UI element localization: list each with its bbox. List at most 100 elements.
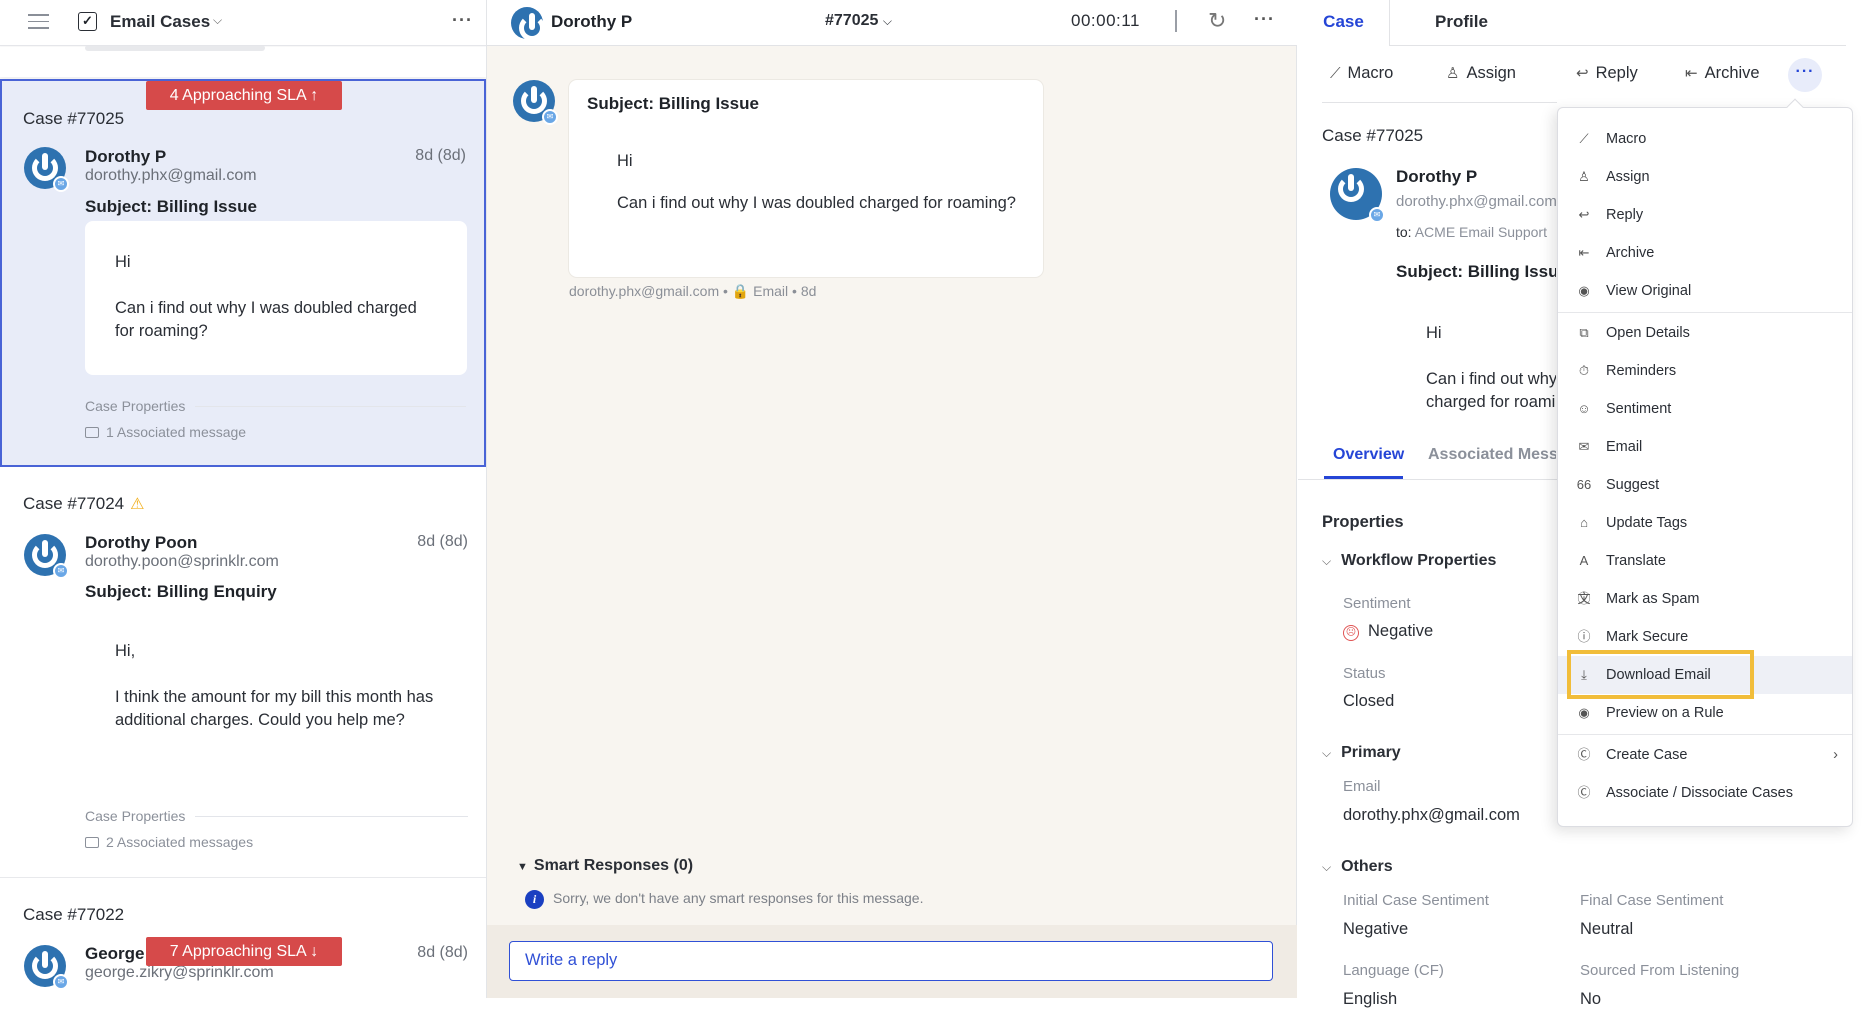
sla-badge[interactable]: 7 Approaching SLA ↓ (146, 937, 342, 966)
more-options-icon[interactable]: ··· (452, 10, 473, 31)
menu-item-mark-as-spam[interactable]: ⓘ Mark as Spam (1558, 580, 1852, 618)
case-icon: Ⓒ (1577, 747, 1591, 762)
menu-item-suggest[interactable]: 66 Suggest (1558, 466, 1852, 504)
case-card-77024[interactable]: Case #77024 ⚠ ✉ Dorothy Poon 8d (8d) doro… (0, 467, 486, 878)
assign-label: Assign (1466, 64, 1516, 82)
select-all-checkbox[interactable]: ✓ (78, 12, 97, 31)
refresh-icon[interactable]: ↻ (1208, 8, 1226, 34)
message-preview: Hi, I think the amount for my bill this … (115, 640, 455, 732)
conversation-pane: Dorothy P #77025 ⌵ 00:00:11 ↻ ··· ✉ Subj… (487, 0, 1297, 998)
menu-item-label: Archive (1606, 245, 1655, 261)
reply-area: Write a reply (487, 925, 1297, 998)
menu-item-mark-secure[interactable]: ⓘ Mark Secure (1558, 618, 1852, 656)
menu-item-download-email[interactable]: ⤓ Download Email (1558, 656, 1852, 694)
menu-item-archive[interactable]: ⇤ Archive (1558, 234, 1852, 272)
menu-item-macro[interactable]: ⟋ Macro (1558, 120, 1852, 158)
others-toggle[interactable]: ⌵ Others (1322, 858, 1393, 876)
initial-sentiment-value[interactable]: Negative (1343, 920, 1408, 939)
sentiment-value[interactable]: ☹ Negative (1343, 622, 1433, 641)
associated-messages[interactable]: 1 Associated message (85, 424, 246, 440)
menu-item-associate-dissociate-cases[interactable]: Ⓒ Associate / Dissociate Cases (1558, 774, 1852, 812)
menu-item-label: Macro (1606, 131, 1647, 147)
final-sentiment-value[interactable]: Neutral (1580, 920, 1633, 939)
message-preview: Hi Can i find out why I was doubled char… (85, 221, 467, 375)
subtab-overview[interactable]: Overview (1333, 446, 1404, 464)
chevron-down-icon[interactable]: ⌵ (213, 13, 222, 28)
menu-item-reminders[interactable]: ⏱ Reminders (1558, 352, 1852, 390)
contact-email: dorothy.phx@gmail.com (85, 167, 257, 184)
workflow-properties-toggle[interactable]: ⌵ Workflow Properties (1322, 552, 1496, 570)
reply-label: Reply (1595, 64, 1638, 82)
more-actions-button[interactable]: ··· (1788, 58, 1822, 92)
handle-timer: 00:00:11 (1071, 11, 1140, 30)
assign-button[interactable]: ♙ Assign (1446, 64, 1516, 83)
reply-input[interactable]: Write a reply (509, 941, 1273, 981)
tab-profile[interactable]: Profile (1390, 0, 1846, 46)
primary-toggle[interactable]: ⌵ Primary (1322, 744, 1401, 762)
case-properties-label: Case Properties (85, 398, 466, 414)
menu-item-preview-on-a-rule[interactable]: ◉ Preview on a Rule (1558, 694, 1852, 732)
case-properties-text: Case Properties (85, 398, 186, 414)
archive-icon: ⇤ (1685, 65, 1698, 82)
contact-name: Dorothy P (1396, 167, 1478, 186)
case-subject: Subject: Billing Issue (1396, 262, 1556, 281)
case-number-dropdown[interactable]: #77025 ⌵ (825, 12, 892, 30)
case-subject: Subject: Billing Issue (85, 197, 257, 216)
to-label: to: (1396, 224, 1412, 240)
eye-icon: ◉ (1578, 283, 1590, 298)
avatar: ✉ (24, 534, 69, 579)
sourced-from-listening-value[interactable]: No (1580, 990, 1601, 1009)
quote-icon: 66 (1576, 477, 1592, 492)
case-age: 8d (8d) (417, 533, 468, 550)
conversation-contact-name[interactable]: Dorothy P (551, 12, 632, 32)
magic-wand-icon: ⟋ (1579, 131, 1589, 146)
menu-item-label: Reminders (1606, 363, 1677, 379)
archive-icon: ⇤ (1578, 245, 1590, 260)
menu-item-label: Associate / Dissociate Cases (1606, 785, 1793, 801)
message-greeting: Hi, (115, 642, 136, 660)
menu-item-open-details[interactable]: ⧉ Open Details (1558, 314, 1852, 352)
tab-case[interactable]: Case (1298, 0, 1390, 46)
email-value[interactable]: dorothy.phx@gmail.com (1343, 806, 1520, 825)
menu-item-reply[interactable]: ↩ Reply (1558, 196, 1852, 234)
case-id: Case #77025 (23, 109, 125, 128)
meta-email: dorothy.phx@gmail.com (569, 283, 720, 299)
message-text: Can i find out why I was doubled charged… (1426, 370, 1556, 411)
caret-down-icon: ▼ (517, 861, 528, 873)
menu-item-email[interactable]: ✉ Email (1558, 428, 1852, 466)
menu-item-view-original[interactable]: ◉ View Original (1558, 272, 1852, 310)
menu-item-label: Assign (1606, 169, 1650, 185)
message-subject: Subject: Billing Issue (587, 94, 759, 113)
menu-item-sentiment[interactable]: ☺ Sentiment (1558, 390, 1852, 428)
hamburger-menu-icon[interactable] (28, 14, 49, 30)
message-body: Hi Can i find out why I was doubled char… (617, 150, 1017, 214)
assign-user-icon: ♙ (1578, 169, 1590, 184)
language-value[interactable]: English (1343, 990, 1397, 1009)
contact-name: Dorothy Poon (85, 533, 198, 552)
menu-item-assign[interactable]: ♙ Assign (1558, 158, 1852, 196)
smart-responses-toggle[interactable]: ▼ Smart Responses (0) (517, 857, 693, 875)
chevron-down-icon: ⌵ (1322, 746, 1332, 760)
macro-button[interactable]: ⟋ Macro (1330, 64, 1393, 83)
sla-badge[interactable]: 4 Approaching SLA ↑ (146, 81, 342, 110)
alert-circle-icon: ⓘ (1577, 591, 1591, 606)
associated-messages[interactable]: 2 Associated messages (85, 834, 253, 850)
case-card-77025[interactable]: 4 Approaching SLA ↑ Case #77025 ✉ Doroth… (0, 79, 486, 467)
more-options-icon[interactable]: ··· (1254, 9, 1275, 30)
archive-button[interactable]: ⇤ Archive (1685, 64, 1760, 83)
message-body: I think the amount for my bill this mont… (115, 688, 434, 729)
case-list-title[interactable]: Email Cases (110, 12, 210, 32)
case-id: Case #77022 (23, 905, 125, 924)
menu-item-create-case[interactable]: Ⓒ Create Case › (1558, 736, 1852, 774)
menu-item-translate[interactable]: A文 Translate (1558, 542, 1852, 606)
status-value[interactable]: Closed (1343, 692, 1394, 711)
open-details-icon: ⧉ (1579, 325, 1589, 340)
reply-button[interactable]: ↩ Reply (1576, 64, 1638, 83)
message-greeting: Hi (617, 152, 633, 170)
message-greeting: Hi (1426, 324, 1442, 342)
avatar: ✉ (24, 147, 69, 192)
subtab-associated-messages[interactable]: Associated Messages (1428, 446, 1556, 464)
case-list-header: ✓ Email Cases ⌵ ··· (0, 0, 486, 46)
menu-item-update-tags[interactable]: ⌂ Update Tags (1558, 504, 1852, 542)
final-sentiment-label: Final Case Sentiment (1580, 892, 1724, 909)
